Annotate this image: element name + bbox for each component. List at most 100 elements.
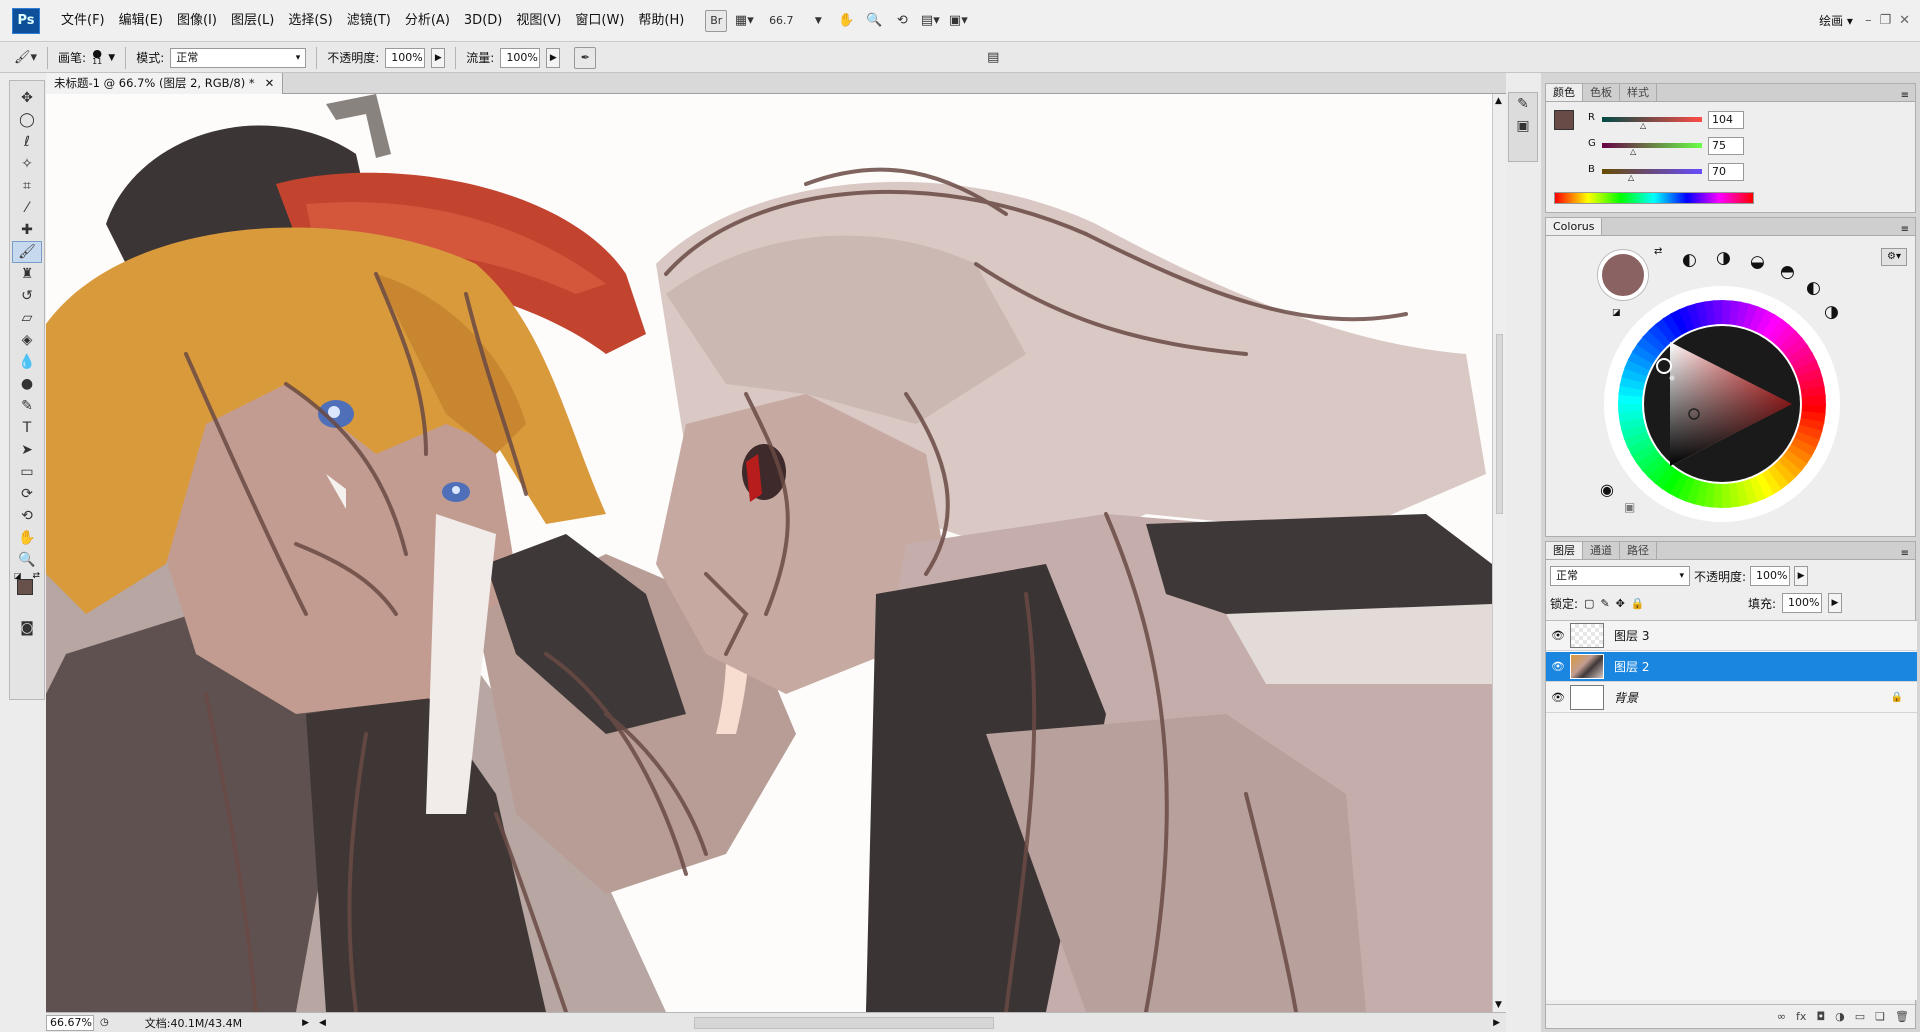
rotate-view-icon[interactable]: ⟲ bbox=[891, 10, 913, 32]
quick-mask-icon[interactable]: ◙ bbox=[12, 617, 42, 639]
brush-dial-icon[interactable]: ◑ bbox=[1716, 248, 1731, 268]
tab-swatches[interactable]: 色板 bbox=[1583, 84, 1620, 101]
menu-filter[interactable]: 滤镜(T) bbox=[340, 0, 398, 42]
screen-mode-icon[interactable]: ▣▾ bbox=[947, 10, 969, 32]
lock-transparency-icon[interactable]: ▢ bbox=[1584, 597, 1594, 610]
healing-brush-tool-icon[interactable]: ✚ bbox=[12, 219, 42, 241]
document-tab[interactable]: 未标题-1 @ 66.7% (图层 2, RGB/8) * ✕ bbox=[46, 73, 284, 94]
tab-channels[interactable]: 通道 bbox=[1583, 542, 1620, 559]
dodge-tool-icon[interactable]: ● bbox=[12, 373, 42, 395]
brush-panel-icon[interactable]: ✎ bbox=[1509, 93, 1537, 115]
new-layer-icon[interactable]: ❏ bbox=[1875, 1010, 1885, 1023]
view-extras-icon[interactable]: ▦▾ bbox=[733, 10, 755, 32]
history-brush-tool-icon[interactable]: ↺ bbox=[12, 285, 42, 307]
tab-color[interactable]: 颜色 bbox=[1546, 84, 1583, 101]
fg-color-swatch[interactable] bbox=[1554, 110, 1574, 130]
minimize-icon[interactable]: – bbox=[1865, 13, 1872, 28]
crop-tool-icon[interactable]: ⌗ bbox=[12, 175, 42, 197]
menu-window[interactable]: 窗口(W) bbox=[568, 0, 631, 42]
artwork-canvas[interactable] bbox=[46, 94, 1492, 1012]
status-zoom-field[interactable]: 66.67% bbox=[46, 1014, 94, 1031]
arrange-documents-icon[interactable]: ▤▾ bbox=[919, 10, 941, 32]
opacity-input[interactable]: 100% bbox=[385, 47, 426, 68]
menu-view[interactable]: 视图(V) bbox=[509, 0, 568, 42]
lasso-tool-icon[interactable]: ℓ bbox=[12, 131, 42, 153]
hand-tool-icon[interactable]: ✋ bbox=[835, 10, 857, 32]
zoom-tool-icon[interactable]: 🔍 bbox=[863, 10, 885, 32]
swap-colors-icon[interactable]: ⇄ bbox=[32, 571, 40, 581]
menu-image[interactable]: 图像(I) bbox=[170, 0, 224, 42]
layer-name[interactable]: 图层 2 bbox=[1614, 658, 1649, 675]
brush-dropdown-icon[interactable]: ▼ bbox=[108, 53, 115, 63]
brush-panel-toggle-icon[interactable]: ▤ bbox=[982, 47, 1004, 69]
foreground-color-swatch[interactable] bbox=[17, 579, 33, 595]
b-value-input[interactable]: 70 bbox=[1708, 163, 1744, 181]
tab-paths[interactable]: 路径 bbox=[1620, 542, 1657, 559]
path-selection-tool-icon[interactable]: ➤ bbox=[12, 439, 42, 461]
new-group-icon[interactable]: ▭ bbox=[1855, 1010, 1865, 1023]
brush-tool-icon[interactable]: 🖌 bbox=[12, 241, 42, 263]
brush-dial-icon[interactable]: ◒ bbox=[1750, 252, 1765, 272]
color-wheel[interactable] bbox=[1602, 284, 1842, 524]
menu-edit[interactable]: 编辑(E) bbox=[112, 0, 170, 42]
lock-all-icon[interactable]: 🔒 bbox=[1631, 597, 1645, 610]
layer-opacity-slider-button[interactable]: ▶ bbox=[1794, 566, 1809, 586]
color-mode-toggle-icon[interactable]: ◉ bbox=[1600, 480, 1614, 499]
panel-menu-icon[interactable]: ≡ bbox=[1901, 90, 1915, 101]
tool-preset-icon[interactable]: 🖌▾ bbox=[14, 47, 37, 69]
r-slider-marker-icon[interactable]: △ bbox=[1640, 121, 1646, 130]
layer-row[interactable]: 👁 图层 3 bbox=[1546, 621, 1917, 651]
bridge-button[interactable]: Br bbox=[705, 9, 728, 32]
status-menu-icon[interactable]: ▶ bbox=[302, 1018, 309, 1028]
layer-mask-icon[interactable]: ◘ bbox=[1816, 1010, 1825, 1023]
scroll-left-icon[interactable]: ◀ bbox=[319, 1018, 326, 1028]
r-slider[interactable] bbox=[1602, 117, 1702, 122]
menu-3d[interactable]: 3D(D) bbox=[457, 0, 509, 42]
blur-tool-icon[interactable]: 💧 bbox=[12, 351, 42, 373]
color-spectrum-bar[interactable] bbox=[1554, 192, 1754, 204]
eyedropper-tool-icon[interactable]: ⁄ bbox=[12, 197, 42, 219]
horizontal-scrollbar[interactable] bbox=[334, 1016, 1485, 1029]
restore-icon[interactable]: ❐ bbox=[1879, 13, 1891, 28]
magic-wand-tool-icon[interactable]: ✧ bbox=[12, 153, 42, 175]
marquee-tool-icon[interactable]: ◯ bbox=[12, 109, 42, 131]
r-value-input[interactable]: 104 bbox=[1708, 111, 1744, 129]
fill-input[interactable]: 100% bbox=[1782, 593, 1822, 613]
zoom-tool-icon[interactable]: 🔍 bbox=[12, 549, 42, 571]
blend-mode-select[interactable]: 正常 ▾ bbox=[1550, 566, 1690, 586]
tab-colorus[interactable]: Colorus bbox=[1546, 218, 1603, 235]
close-icon[interactable]: ✕ bbox=[265, 73, 275, 94]
menu-file[interactable]: 文件(F) bbox=[54, 0, 112, 42]
airbrush-toggle-icon[interactable]: ✒ bbox=[574, 46, 597, 69]
panel-menu-icon[interactable]: ≡ bbox=[1901, 224, 1915, 235]
panel-menu-icon[interactable]: ≡ bbox=[1901, 548, 1915, 559]
brush-preset-picker[interactable]: ● 11 bbox=[92, 48, 102, 66]
flow-slider-button[interactable]: ▶ bbox=[546, 47, 561, 68]
scroll-up-icon[interactable]: ▲ bbox=[1495, 96, 1502, 106]
scroll-thumb[interactable] bbox=[693, 1016, 994, 1029]
lock-position-icon[interactable]: ✥ bbox=[1616, 597, 1625, 610]
zoom-level[interactable]: 66.7 bbox=[761, 10, 801, 32]
layer-row-selected[interactable]: 👁 图层 2 bbox=[1546, 652, 1917, 682]
delete-layer-icon[interactable]: 🗑 bbox=[1895, 1010, 1909, 1023]
zoom-dropdown-icon[interactable]: ▼ bbox=[807, 10, 829, 32]
menu-analysis[interactable]: 分析(A) bbox=[398, 0, 457, 42]
tab-styles[interactable]: 样式 bbox=[1620, 84, 1657, 101]
g-slider-marker-icon[interactable]: △ bbox=[1630, 147, 1636, 156]
link-layers-icon[interactable]: ∞ bbox=[1777, 1010, 1786, 1023]
close-icon[interactable]: ✕ bbox=[1899, 13, 1910, 28]
3d-orbit-tool-icon[interactable]: ⟲ bbox=[12, 505, 42, 527]
g-slider[interactable] bbox=[1602, 143, 1702, 148]
visibility-eye-icon[interactable]: 👁 bbox=[1546, 691, 1570, 704]
move-tool-icon[interactable]: ✥ bbox=[12, 87, 42, 109]
adjustment-layer-icon[interactable]: ◑ bbox=[1835, 1010, 1845, 1023]
menu-select[interactable]: 选择(S) bbox=[281, 0, 339, 42]
colorus-small-icon[interactable]: ▣ bbox=[1624, 500, 1635, 514]
lock-pixels-icon[interactable]: ✎ bbox=[1600, 597, 1609, 610]
visibility-eye-icon[interactable]: 👁 bbox=[1546, 660, 1570, 673]
scroll-right-icon[interactable]: ▶ bbox=[1493, 1018, 1500, 1028]
type-tool-icon[interactable]: T bbox=[12, 417, 42, 439]
layer-name[interactable]: 图层 3 bbox=[1614, 627, 1649, 644]
layer-style-icon[interactable]: fx bbox=[1796, 1010, 1806, 1023]
scroll-down-icon[interactable]: ▼ bbox=[1495, 1000, 1502, 1010]
